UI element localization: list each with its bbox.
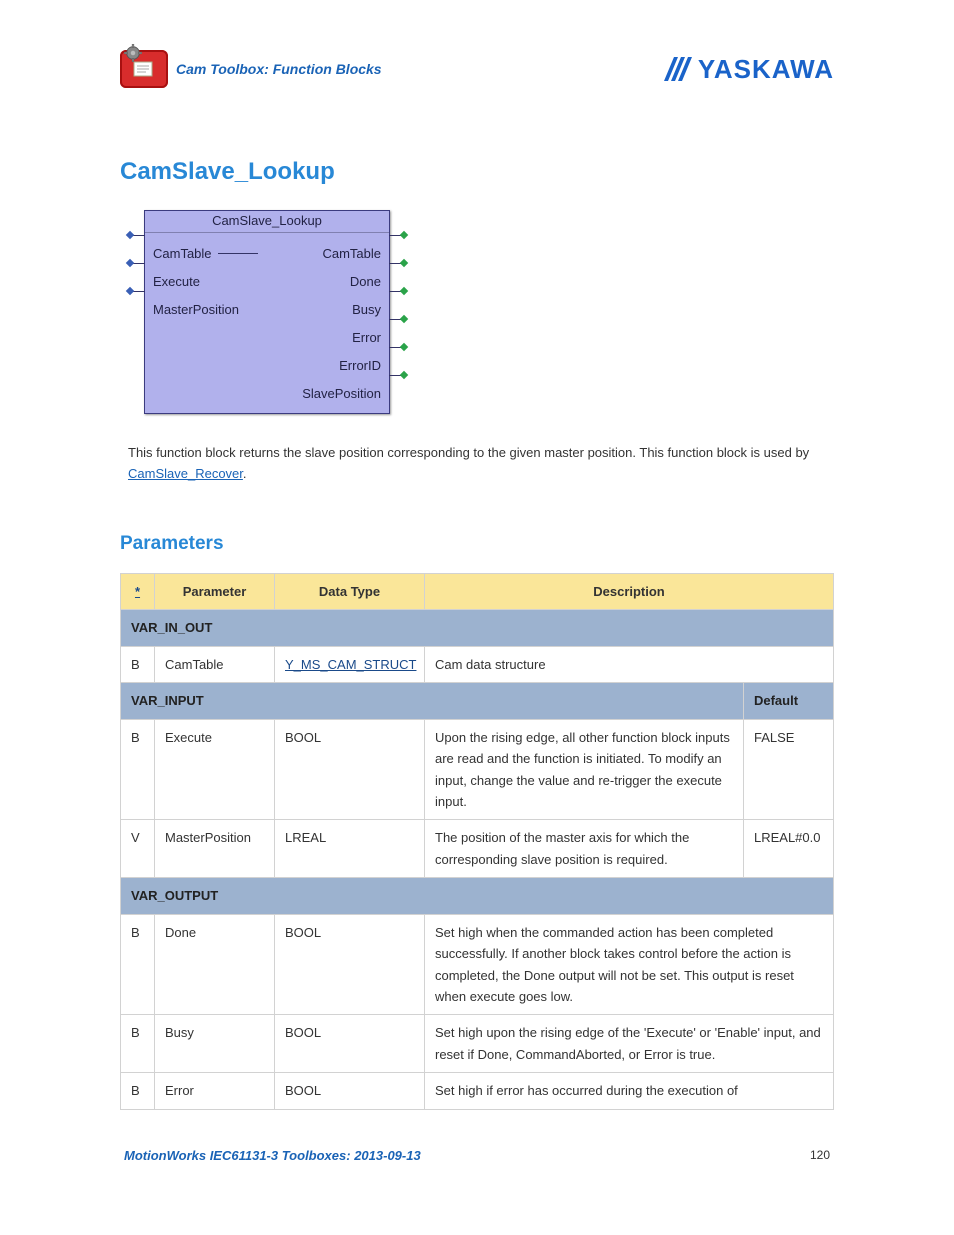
breadcrumb: Cam Toolbox: Function Blocks — [176, 61, 382, 77]
desc-text-b: . — [243, 466, 247, 481]
fb-row: MasterPosition Busy — [153, 295, 381, 323]
output-pin — [389, 263, 403, 264]
fb-row: Error — [153, 323, 381, 351]
yaskawa-stripes-icon — [664, 57, 692, 81]
fb-row: SlavePosition — [153, 379, 381, 407]
input-pin — [131, 291, 145, 292]
parameters-heading: Parameters — [120, 533, 834, 555]
output-pin — [389, 375, 403, 376]
page-header: Cam Toolbox: Function Blocks YASKAWA — [120, 50, 834, 88]
fb-right-label: Busy — [352, 302, 381, 317]
description-paragraph: This function block returns the slave po… — [120, 442, 834, 485]
page-title: CamSlave_Lookup — [120, 158, 834, 186]
fb-right-label: ErrorID — [339, 358, 381, 373]
toolbox-icon — [120, 50, 168, 88]
document-icon — [130, 60, 158, 78]
output-pin — [389, 291, 403, 292]
fb-right-label: CamTable — [322, 246, 381, 261]
fb-left-label: CamTable — [153, 246, 212, 261]
yaskawa-logo: YASKAWA — [664, 54, 834, 85]
inout-line — [218, 253, 258, 254]
type-link[interactable]: Y_MS_CAM_STRUCT — [285, 657, 416, 672]
table-section-row: VAR_IN_OUT — [121, 610, 834, 646]
function-block-diagram: CamSlave_Lookup CamTable CamTable Execute D… — [120, 210, 834, 414]
fb-row: CamTable CamTable — [153, 239, 381, 267]
th-star: * — [121, 573, 155, 609]
fb-right-label: Done — [350, 274, 381, 289]
desc-link[interactable]: CamSlave_Recover — [128, 466, 243, 481]
output-pin — [389, 235, 403, 236]
gear-icon — [124, 44, 142, 62]
output-pin — [389, 319, 403, 320]
fb-right-label: SlavePosition — [302, 386, 381, 401]
table-row: BErrorBOOLSet high if error has occurred… — [121, 1073, 834, 1109]
fb-row: ErrorID — [153, 351, 381, 379]
fb-left-label: MasterPosition — [153, 302, 239, 317]
fb-title: CamSlave_Lookup — [145, 211, 389, 233]
table-row: VMasterPositionLREALThe position of the … — [121, 820, 834, 878]
fb-row: Execute Done — [153, 267, 381, 295]
th-datatype: Data Type — [275, 573, 425, 609]
output-pin — [389, 347, 403, 348]
table-row: BBusyBOOLSet high upon the rising edge o… — [121, 1015, 834, 1073]
brand-text: YASKAWA — [698, 54, 834, 85]
table-section-row: VAR_OUTPUT — [121, 878, 834, 914]
table-row: BDoneBOOLSet high when the commanded act… — [121, 914, 834, 1015]
table-row: BExecuteBOOLUpon the rising edge, all ot… — [121, 719, 834, 820]
fb-right-label: Error — [352, 330, 381, 345]
footer-title: MotionWorks IEC61131-3 Toolboxes: 2013-0… — [124, 1148, 421, 1163]
input-pin — [131, 263, 145, 264]
input-pin — [131, 235, 145, 236]
parameters-table: * Parameter Data Type Description VAR_IN… — [120, 573, 834, 1110]
th-parameter: Parameter — [155, 573, 275, 609]
footer-page: 120 — [810, 1148, 830, 1162]
table-section-row: VAR_INPUTDefault — [121, 683, 834, 719]
table-row: BCamTableY_MS_CAM_STRUCTCam data structu… — [121, 646, 834, 682]
table-header-row: * Parameter Data Type Description — [121, 573, 834, 609]
header-left: Cam Toolbox: Function Blocks — [120, 50, 382, 88]
page-footer: MotionWorks IEC61131-3 Toolboxes: 2013-0… — [120, 1148, 834, 1163]
fb-left-label: Execute — [153, 274, 200, 289]
th-description: Description — [425, 573, 834, 609]
star-link[interactable]: * — [135, 584, 140, 599]
desc-text-a: This function block returns the slave po… — [128, 445, 809, 460]
